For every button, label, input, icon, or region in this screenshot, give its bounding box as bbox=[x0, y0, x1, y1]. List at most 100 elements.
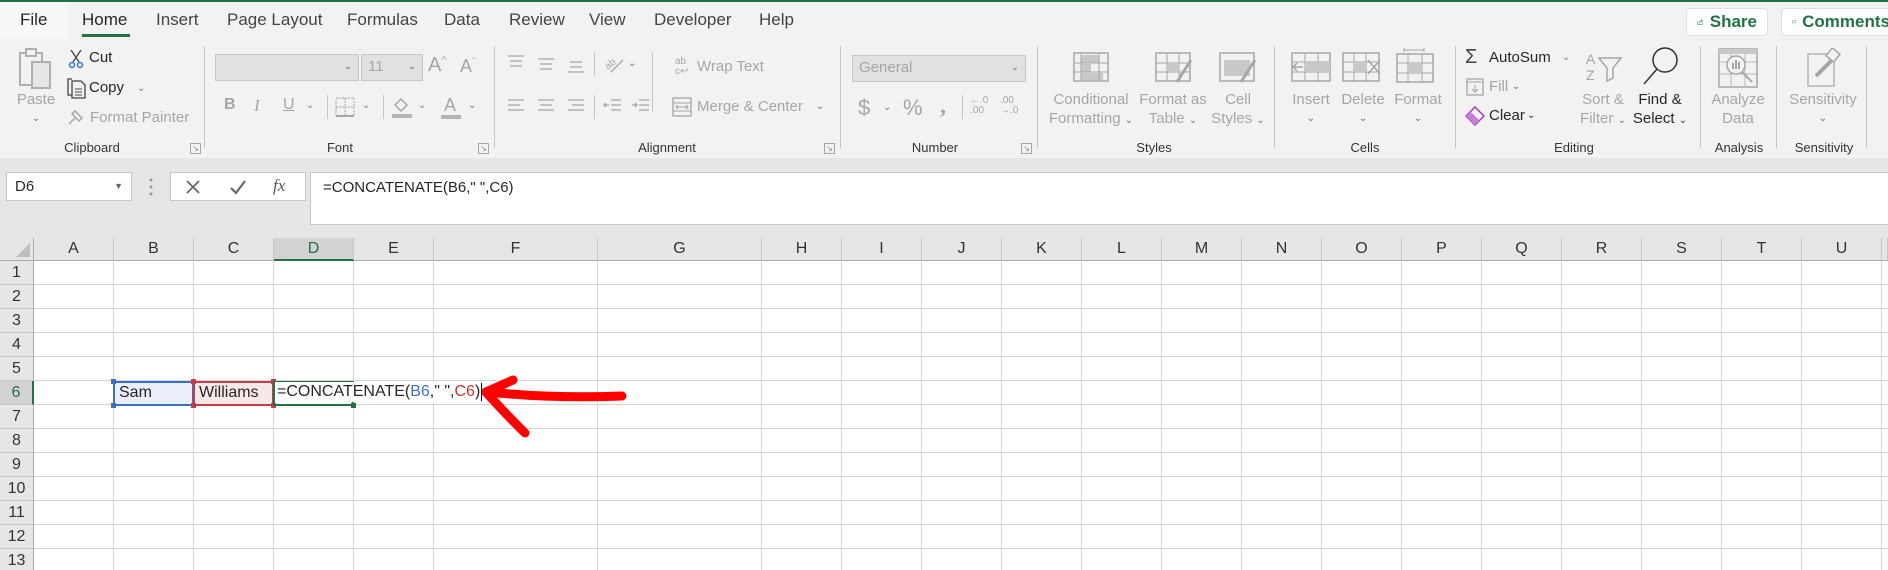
comma-style-button[interactable]: , bbox=[940, 93, 946, 120]
insert-function-icon[interactable]: fx bbox=[273, 176, 285, 196]
ribbon: Paste ⌄ Cut Copy ⌄ Format Painter Clipbo… bbox=[0, 40, 1888, 158]
font-name-dropdown[interactable]: ⌄ bbox=[215, 54, 359, 81]
eraser-icon bbox=[1464, 105, 1486, 131]
cell-styles-button[interactable]: Cell Styles ⌄ bbox=[1210, 90, 1266, 130]
insert-cells-button[interactable]: Insert ⌄ bbox=[1286, 90, 1336, 128]
font-dialog-launcher[interactable]: ↘ bbox=[478, 143, 489, 154]
separator bbox=[327, 95, 328, 119]
tab-file[interactable]: File bbox=[20, 10, 47, 30]
chevron-down-icon: ⌄ bbox=[343, 61, 352, 72]
accounting-dropdown-icon[interactable]: ⌄ bbox=[883, 102, 891, 113]
group-label-editing: Editing bbox=[1554, 140, 1594, 155]
accounting-format-button[interactable]: $ bbox=[858, 95, 870, 121]
align-middle-icon[interactable] bbox=[536, 57, 556, 78]
decrease-indent-icon[interactable] bbox=[603, 98, 623, 119]
format-painter-button[interactable]: Format Painter bbox=[90, 109, 189, 126]
paste-button[interactable]: Paste ⌄ bbox=[12, 90, 60, 128]
tab-data[interactable]: Data bbox=[444, 10, 480, 30]
name-box[interactable]: D6 ▼ bbox=[6, 172, 132, 201]
align-left-icon[interactable] bbox=[506, 98, 526, 119]
orientation-dropdown-icon[interactable]: ⌄ bbox=[628, 58, 636, 69]
group-separator bbox=[1037, 46, 1038, 148]
align-bottom-icon[interactable] bbox=[566, 60, 586, 81]
sort-filter-button[interactable]: Sort & Filter ⌄ bbox=[1578, 90, 1628, 130]
tab-view[interactable]: View bbox=[589, 10, 626, 30]
cut-button[interactable]: Cut bbox=[89, 49, 112, 66]
svg-text:A: A bbox=[444, 95, 456, 115]
underline-dropdown-icon[interactable]: ⌄ bbox=[306, 100, 314, 111]
format-cells-button[interactable]: Format ⌄ bbox=[1390, 90, 1446, 128]
sensitivity-icon bbox=[1806, 46, 1842, 93]
tab-developer[interactable]: Developer bbox=[654, 10, 732, 30]
conditional-formatting-button[interactable]: Conditional Formatting ⌄ bbox=[1048, 90, 1134, 130]
find-select-button[interactable]: Find & Select ⌄ bbox=[1630, 90, 1690, 130]
align-right-icon[interactable] bbox=[566, 98, 586, 119]
increase-indent-icon[interactable] bbox=[631, 98, 651, 119]
decrease-font-size-button[interactable]: Aˇ bbox=[460, 56, 475, 77]
chevron-down-icon: ⌄ bbox=[1413, 113, 1423, 124]
delete-cells-icon bbox=[1342, 52, 1382, 89]
comment-icon bbox=[1792, 20, 1796, 24]
copy-dropdown-icon[interactable]: ⌄ bbox=[137, 83, 145, 94]
fill-color-dropdown-icon[interactable]: ⌄ bbox=[418, 100, 426, 111]
clear-button[interactable]: Clear bbox=[1489, 107, 1525, 124]
font-size-dropdown[interactable]: 11 ⌄ bbox=[361, 54, 423, 81]
wrap-text-button[interactable]: Wrap Text bbox=[697, 58, 764, 75]
delete-cells-button[interactable]: Delete ⌄ bbox=[1335, 90, 1391, 128]
increase-font-size-button[interactable]: A^ bbox=[428, 54, 446, 77]
number-dialog-launcher[interactable]: ↘ bbox=[1021, 143, 1032, 154]
chevron-down-icon: ⌄ bbox=[1124, 115, 1134, 126]
format-as-table-button[interactable]: Format as Table ⌄ bbox=[1135, 90, 1211, 130]
fill-button[interactable]: Fill bbox=[1489, 78, 1508, 95]
borders-dropdown-icon[interactable]: ⌄ bbox=[362, 100, 370, 111]
merge-center-dropdown-icon[interactable]: ⌄ bbox=[816, 101, 824, 112]
name-box-dropdown-icon[interactable]: ▼ bbox=[114, 181, 123, 191]
clipboard-dialog-launcher[interactable]: ↘ bbox=[190, 143, 201, 154]
align-top-icon[interactable] bbox=[506, 54, 526, 75]
increase-decimal-button[interactable]: ←.0.00 bbox=[970, 96, 988, 116]
sort-filter-label-2: Filter bbox=[1580, 110, 1614, 127]
bold-button[interactable]: B bbox=[224, 96, 236, 114]
orientation-icon[interactable]: ab bbox=[603, 52, 625, 79]
separator bbox=[594, 95, 595, 119]
group-label-styles: Styles bbox=[1136, 140, 1172, 155]
sensitivity-button[interactable]: Sensitivity ⌄ bbox=[1784, 90, 1862, 128]
font-color-icon[interactable]: A bbox=[440, 94, 462, 125]
autosum-dropdown-icon[interactable]: ⌄ bbox=[1562, 52, 1570, 63]
copy-button[interactable]: Copy bbox=[89, 79, 124, 96]
italic-button[interactable]: I bbox=[254, 96, 260, 116]
percent-style-button[interactable]: % bbox=[903, 95, 923, 121]
formula-input[interactable]: =CONCATENATE(B6," ",C6) bbox=[310, 172, 1888, 225]
insert-cells-label: Insert bbox=[1292, 91, 1330, 108]
font-color-dropdown-icon[interactable]: ⌄ bbox=[468, 100, 476, 111]
tab-review[interactable]: Review bbox=[509, 10, 565, 30]
enter-checkmark-icon[interactable] bbox=[229, 179, 247, 195]
merge-center-button[interactable]: Merge & Center bbox=[697, 98, 803, 115]
comments-button[interactable]: Comments bbox=[1781, 8, 1888, 36]
formula-bar-resize-handle[interactable] bbox=[149, 178, 153, 196]
tab-help[interactable]: Help bbox=[759, 10, 794, 30]
format-cells-label: Format bbox=[1394, 91, 1442, 108]
tab-page-layout[interactable]: Page Layout bbox=[227, 10, 322, 30]
cancel-icon[interactable] bbox=[185, 179, 201, 195]
tab-home[interactable]: Home bbox=[82, 10, 127, 30]
autosum-button[interactable]: AutoSum bbox=[1489, 49, 1551, 66]
tab-formulas[interactable]: Formulas bbox=[347, 10, 418, 30]
clear-dropdown-icon[interactable]: ⌄ bbox=[1527, 110, 1535, 121]
decrease-decimal-button[interactable]: .00 →.0 bbox=[1000, 96, 1018, 116]
chevron-down-icon: ⌄ bbox=[1617, 115, 1626, 126]
borders-icon[interactable] bbox=[335, 97, 355, 122]
alignment-dialog-launcher[interactable]: ↘ bbox=[824, 143, 835, 154]
tab-insert[interactable]: Insert bbox=[156, 10, 199, 30]
conditional-formatting-label-2: Formatting bbox=[1048, 110, 1121, 127]
fill-dropdown-icon[interactable]: ⌄ bbox=[1512, 81, 1520, 92]
separator bbox=[962, 95, 963, 119]
analyze-data-button[interactable]: Analyze Data bbox=[1706, 90, 1770, 128]
fill-color-icon[interactable] bbox=[391, 95, 413, 124]
share-button[interactable]: Share bbox=[1686, 8, 1768, 36]
align-center-icon[interactable] bbox=[536, 98, 556, 119]
underline-button[interactable]: U bbox=[283, 96, 295, 114]
svg-text:A: A bbox=[1586, 51, 1596, 67]
arrow-shaft bbox=[481, 387, 627, 402]
number-format-dropdown[interactable]: General ⌄ bbox=[852, 55, 1026, 82]
